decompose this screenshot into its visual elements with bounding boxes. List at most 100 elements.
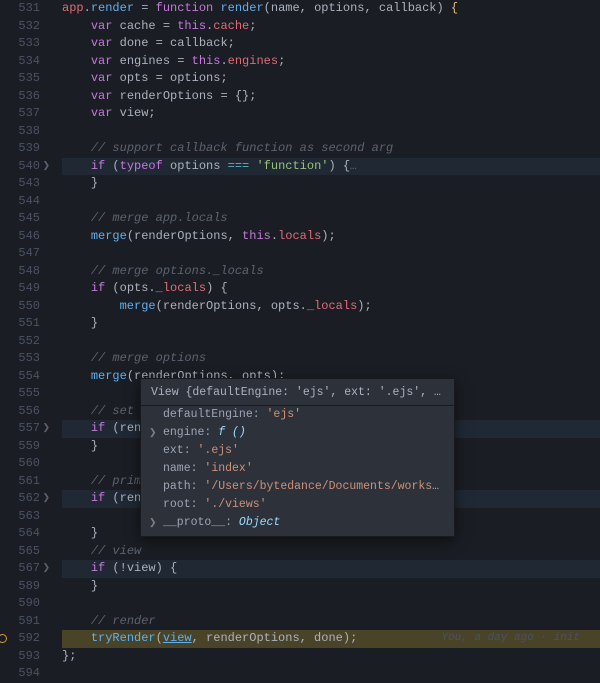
code-line[interactable]: // merge options._locals bbox=[62, 263, 600, 281]
line-number[interactable]: 550 bbox=[0, 298, 40, 316]
code-line[interactable]: var engines = this.engines; bbox=[62, 53, 600, 71]
line-number[interactable]: 556 bbox=[0, 403, 40, 421]
hover-property-row[interactable]: ❯ __proto__: Object bbox=[141, 514, 454, 532]
hover-key: name: bbox=[163, 462, 204, 475]
line-number[interactable]: 554 bbox=[0, 368, 40, 386]
debug-hover-tooltip[interactable]: View {defaultEngine: 'ejs', ext: '.ejs',… bbox=[140, 378, 455, 537]
expand-chevron-icon[interactable]: ❯ bbox=[149, 425, 157, 441]
line-number[interactable]: 537 bbox=[0, 105, 40, 123]
code-line[interactable]: var view; bbox=[62, 105, 600, 123]
code-line[interactable]: }; bbox=[62, 648, 600, 666]
line-number[interactable]: 539 bbox=[0, 140, 40, 158]
line-number[interactable]: 594 bbox=[0, 665, 40, 683]
code-line[interactable]: tryRender(view, renderOptions, done);You… bbox=[62, 630, 600, 648]
code-line[interactable]: // view bbox=[62, 543, 600, 561]
line-number[interactable]: 549 bbox=[0, 280, 40, 298]
line-number[interactable]: 536 bbox=[0, 88, 40, 106]
hover-body: defaultEngine: 'ejs'❯engine: f ()ext: '.… bbox=[141, 406, 454, 532]
line-number[interactable]: 531 bbox=[0, 0, 40, 18]
line-number[interactable]: 562❯ bbox=[0, 490, 40, 508]
line-number[interactable]: 593 bbox=[0, 648, 40, 666]
code-line[interactable]: } bbox=[62, 315, 600, 333]
code-line[interactable] bbox=[62, 333, 600, 351]
code-line[interactable]: var cache = this.cache; bbox=[62, 18, 600, 36]
code-line[interactable]: // render bbox=[62, 613, 600, 631]
hover-value: 'index' bbox=[204, 462, 252, 475]
line-number[interactable]: 544 bbox=[0, 193, 40, 211]
code-line[interactable]: } bbox=[62, 578, 600, 596]
variable-link[interactable]: view bbox=[163, 631, 192, 645]
code-line[interactable]: // merge app.locals bbox=[62, 210, 600, 228]
hover-value: f () bbox=[218, 426, 246, 439]
gutter[interactable]: 531532533534535536537538539540❯543544545… bbox=[0, 0, 48, 683]
hover-value: '.ejs' bbox=[198, 444, 239, 457]
code-line[interactable]: // merge options bbox=[62, 350, 600, 368]
line-number[interactable]: 553 bbox=[0, 350, 40, 368]
code-line[interactable] bbox=[62, 193, 600, 211]
hover-value: 'ejs' bbox=[267, 408, 302, 421]
line-number[interactable]: 533 bbox=[0, 35, 40, 53]
line-number[interactable]: 532 bbox=[0, 18, 40, 36]
breakpoint-icon[interactable] bbox=[0, 634, 7, 643]
line-number[interactable]: 545 bbox=[0, 210, 40, 228]
hover-key: root: bbox=[163, 498, 204, 511]
expand-chevron-icon[interactable]: ❯ bbox=[149, 515, 157, 531]
code-line[interactable] bbox=[62, 123, 600, 141]
hover-property-row[interactable]: ❯ engine: f () bbox=[141, 424, 454, 442]
code-line[interactable]: app.render = function render(name, optio… bbox=[62, 0, 600, 18]
code-line[interactable]: if (typeof options === 'function') {… bbox=[62, 158, 600, 176]
code-line[interactable]: merge(renderOptions, this.locals); bbox=[62, 228, 600, 246]
line-number[interactable]: 590 bbox=[0, 595, 40, 613]
code-line[interactable] bbox=[62, 245, 600, 263]
line-number[interactable]: 540❯ bbox=[0, 158, 40, 176]
line-number[interactable]: 534 bbox=[0, 53, 40, 71]
code-line[interactable]: var renderOptions = {}; bbox=[62, 88, 600, 106]
code-area[interactable]: app.render = function render(name, optio… bbox=[48, 0, 600, 683]
code-line[interactable]: // support callback function as second a… bbox=[62, 140, 600, 158]
line-number[interactable]: 559 bbox=[0, 438, 40, 456]
hover-value: Object bbox=[239, 516, 280, 529]
hover-property-row[interactable]: name: 'index' bbox=[141, 460, 454, 478]
line-number[interactable]: 592 bbox=[0, 630, 40, 648]
hover-header: View {defaultEngine: 'ejs', ext: '.ejs',… bbox=[141, 383, 454, 406]
line-number[interactable]: 567❯ bbox=[0, 560, 40, 578]
line-number[interactable]: 589 bbox=[0, 578, 40, 596]
line-number[interactable]: 591 bbox=[0, 613, 40, 631]
code-line[interactable] bbox=[62, 595, 600, 613]
hover-property-row[interactable]: path: '/Users/bytedance/Documents/worksp… bbox=[141, 478, 454, 496]
hover-value: '/Users/bytedance/Documents/workspace/ bbox=[204, 480, 454, 493]
code-line[interactable]: var done = callback; bbox=[62, 35, 600, 53]
code-line[interactable]: merge(renderOptions, opts._locals); bbox=[62, 298, 600, 316]
hover-key: path: bbox=[163, 480, 204, 493]
hover-value: './views' bbox=[204, 498, 266, 511]
hover-property-row[interactable]: ext: '.ejs' bbox=[141, 442, 454, 460]
line-number[interactable]: 560 bbox=[0, 455, 40, 473]
line-number[interactable]: 564 bbox=[0, 525, 40, 543]
line-number[interactable]: 555 bbox=[0, 385, 40, 403]
code-line[interactable]: var opts = options; bbox=[62, 70, 600, 88]
code-line[interactable]: if (opts._locals) { bbox=[62, 280, 600, 298]
line-number[interactable]: 538 bbox=[0, 123, 40, 141]
code-line[interactable]: if (!view) { bbox=[62, 560, 600, 578]
line-number[interactable]: 563 bbox=[0, 508, 40, 526]
line-number[interactable]: 561 bbox=[0, 473, 40, 491]
line-number[interactable]: 557❯ bbox=[0, 420, 40, 438]
hover-key: defaultEngine: bbox=[163, 408, 267, 421]
line-number[interactable]: 547 bbox=[0, 245, 40, 263]
hover-property-row[interactable]: root: './views' bbox=[141, 496, 454, 514]
code-line[interactable]: } bbox=[62, 175, 600, 193]
hover-property-row[interactable]: defaultEngine: 'ejs' bbox=[141, 406, 454, 424]
hover-key: __proto__: bbox=[163, 516, 239, 529]
line-number[interactable]: 546 bbox=[0, 228, 40, 246]
line-number[interactable]: 552 bbox=[0, 333, 40, 351]
git-blame-annotation: You, a day ago · init bbox=[441, 630, 580, 648]
code-line[interactable] bbox=[62, 665, 600, 683]
line-number[interactable]: 548 bbox=[0, 263, 40, 281]
line-number[interactable]: 535 bbox=[0, 70, 40, 88]
line-number[interactable]: 551 bbox=[0, 315, 40, 333]
line-number[interactable]: 565 bbox=[0, 543, 40, 561]
hover-key: ext: bbox=[163, 444, 198, 457]
code-editor[interactable]: 531532533534535536537538539540❯543544545… bbox=[0, 0, 600, 683]
hover-key: engine: bbox=[163, 426, 218, 439]
line-number[interactable]: 543 bbox=[0, 175, 40, 193]
